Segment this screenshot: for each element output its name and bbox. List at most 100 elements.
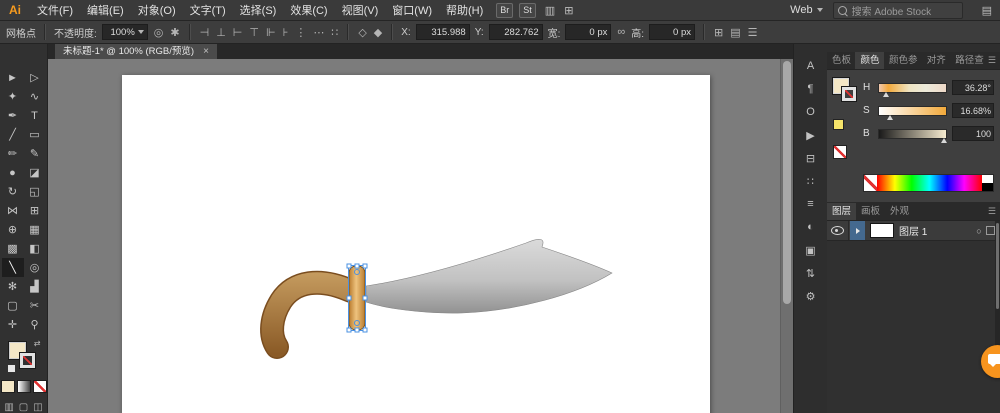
none-swatch[interactable]	[833, 145, 847, 159]
bridge-button[interactable]: Br	[496, 3, 513, 18]
menu-help[interactable]: 帮助(H)	[439, 2, 490, 18]
settings-panel-icon[interactable]: ⚙	[799, 286, 823, 306]
color-mode-button[interactable]	[1, 380, 15, 393]
rectangle-tool[interactable]: ▭	[24, 125, 46, 144]
none-mode-button[interactable]	[33, 380, 47, 393]
layers-scrollbar[interactable]	[995, 221, 1000, 351]
width-tool[interactable]: ⋈	[2, 201, 24, 220]
appearance-panel-icon[interactable]: ≡	[799, 194, 823, 214]
column-graph-tool[interactable]: ▟	[24, 277, 46, 296]
slider-thumb[interactable]	[887, 115, 893, 120]
align-vertical-center-icon[interactable]: ⊩	[265, 26, 277, 39]
document-layout-icon[interactable]: ⊞	[564, 4, 573, 17]
blob-brush-tool[interactable]: ●	[2, 163, 24, 182]
transform-panel-icon[interactable]: ∷	[799, 171, 823, 191]
perspective-grid-tool[interactable]: ▦	[24, 220, 46, 239]
menu-type[interactable]: 文字(T)	[183, 2, 233, 18]
stock-button[interactable]: St	[519, 3, 536, 18]
width-input[interactable]: 0 px	[565, 24, 611, 40]
menu-view[interactable]: 视图(V)	[335, 2, 386, 18]
pencil-tool[interactable]: ✎	[24, 144, 46, 163]
symbols-panel-icon[interactable]: ▣	[799, 240, 823, 260]
convert-anchor-smooth-icon[interactable]: ◇	[357, 26, 367, 39]
paragraph-panel-icon[interactable]: ¶	[799, 79, 823, 99]
spectrum-none-swatch[interactable]	[864, 175, 877, 191]
tab-appearance[interactable]: 外观	[885, 203, 914, 220]
link-dimensions-icon[interactable]: ∞	[616, 26, 626, 38]
opacity-input[interactable]: 100%	[102, 24, 148, 40]
gradient-mode-button[interactable]	[17, 380, 31, 393]
align-top-icon[interactable]: ⊤	[248, 26, 260, 39]
symbol-sprayer-tool[interactable]: ✻	[2, 277, 24, 296]
tab-pathfinder[interactable]: 路径查	[950, 52, 988, 69]
menu-select[interactable]: 选择(S)	[233, 2, 284, 18]
document-tab[interactable]: 未标题-1* @ 100% (RGB/预览) ×	[55, 44, 217, 59]
type-tool[interactable]: T	[24, 106, 46, 125]
draw-normal-icon[interactable]: ▥	[4, 402, 13, 413]
distribute-vertical-icon[interactable]: ⋮	[294, 26, 307, 39]
saturation-value[interactable]: 16.68%	[952, 103, 994, 118]
stroke-color-swatch[interactable]	[842, 87, 856, 101]
draw-behind-icon[interactable]: ▢	[19, 402, 28, 413]
menu-file[interactable]: 文件(F)	[30, 2, 80, 18]
color-spectrum-bar[interactable]	[863, 174, 994, 192]
menu-window[interactable]: 窗口(W)	[385, 2, 439, 18]
opentype-panel-icon[interactable]: O	[799, 102, 823, 122]
eraser-tool[interactable]: ◪	[24, 163, 46, 182]
lasso-tool[interactable]: ∿	[24, 87, 46, 106]
distribute-horizontal-icon[interactable]: ⋯	[312, 26, 325, 39]
change-screen-mode-icon[interactable]: ◫	[33, 402, 42, 413]
stock-search-input[interactable]: 搜索 Adobe Stock	[833, 2, 963, 19]
hand-tool[interactable]: ✛	[2, 315, 24, 334]
control-panel-menu-icon[interactable]: ☰	[747, 26, 759, 39]
layer-selection-indicator[interactable]	[986, 226, 995, 235]
saturation-slider[interactable]	[878, 106, 947, 116]
layer-expand-toggle[interactable]	[850, 221, 865, 240]
magic-wand-tool[interactable]: ✦	[2, 87, 24, 106]
character-panel-icon[interactable]: A	[799, 56, 823, 76]
layer-row[interactable]: 图层 1 ○	[827, 221, 1000, 241]
last-color-swatch[interactable]	[833, 119, 844, 130]
spectrum-white-swatch[interactable]	[982, 175, 993, 183]
menu-edit[interactable]: 编辑(E)	[80, 2, 131, 18]
actions-panel-icon[interactable]: ▶	[799, 125, 823, 145]
hue-slider[interactable]	[878, 83, 947, 93]
default-fill-stroke-icon[interactable]	[7, 364, 16, 373]
direct-selection-tool[interactable]: ▷	[24, 68, 46, 87]
isolate-selection-icon[interactable]: ▤	[729, 26, 741, 39]
free-transform-tool[interactable]: ⊞	[24, 201, 46, 220]
artboard-tool[interactable]: ▢	[2, 296, 24, 315]
recolor-artwork-icon[interactable]: ✱	[169, 26, 180, 39]
transform-options-icon[interactable]: ⊞	[713, 26, 724, 39]
gradient-tool[interactable]: ◧	[24, 239, 46, 258]
spectrum-black-swatch[interactable]	[982, 183, 993, 191]
shape-builder-tool[interactable]: ⊕	[2, 220, 24, 239]
blend-tool[interactable]: ◎	[24, 258, 46, 277]
slice-tool[interactable]: ✂	[24, 296, 46, 315]
brightness-slider[interactable]	[878, 129, 947, 139]
visibility-toggle[interactable]	[827, 221, 849, 240]
paintbrush-tool[interactable]: ✏	[2, 144, 24, 163]
dock-columns-icon[interactable]: ▤	[982, 4, 992, 17]
x-input[interactable]: 315.988	[416, 24, 470, 40]
line-segment-tool[interactable]: ╱	[2, 125, 24, 144]
hue-value[interactable]: 36.28°	[952, 80, 994, 95]
slider-thumb[interactable]	[883, 92, 889, 97]
pen-tool[interactable]: ✒	[2, 106, 24, 125]
close-tab-icon[interactable]: ×	[203, 44, 209, 59]
y-input[interactable]: 282.762	[489, 24, 543, 40]
align-right-icon[interactable]: ⊢	[232, 26, 244, 39]
align-bottom-icon[interactable]: ⊦	[282, 26, 290, 39]
align-horizontal-center-icon[interactable]: ⊥	[215, 26, 227, 39]
panel-menu-icon[interactable]: ☰	[988, 206, 996, 217]
app-logo[interactable]: Ai	[0, 3, 30, 17]
asset-export-panel-icon[interactable]: ⇅	[799, 263, 823, 283]
zoom-tool[interactable]: ⚲	[24, 315, 46, 334]
panel-menu-icon[interactable]: ☰	[988, 55, 996, 66]
convert-anchor-corner-icon[interactable]: ◆	[373, 26, 383, 39]
tab-artboards[interactable]: 画板	[856, 203, 885, 220]
canvas[interactable]	[48, 59, 793, 413]
libraries-panel-icon[interactable]: ⊟	[799, 148, 823, 168]
tab-color-guide[interactable]: 颜色参	[884, 52, 922, 69]
stroke-color-swatch[interactable]	[20, 353, 35, 368]
